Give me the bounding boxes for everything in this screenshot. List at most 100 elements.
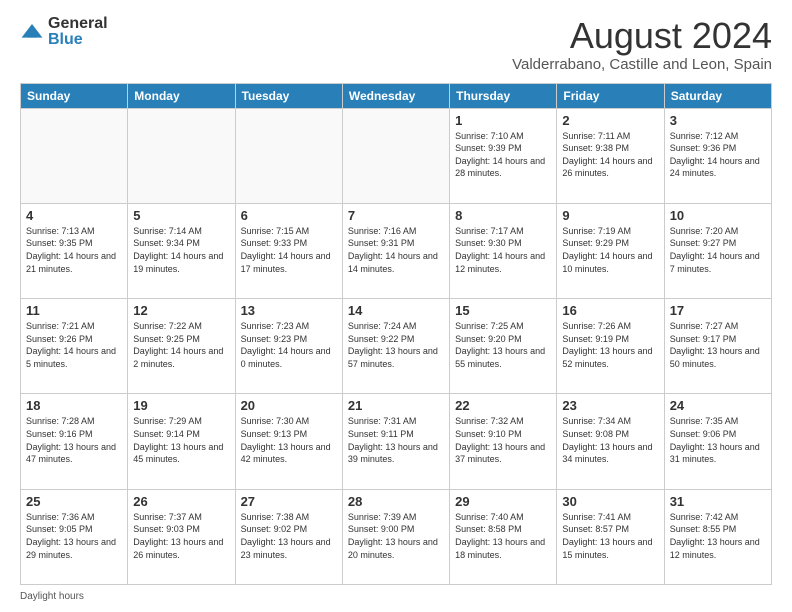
calendar-cell: 11Sunrise: 7:21 AM Sunset: 9:26 PM Dayli…	[21, 299, 128, 394]
header: General Blue August 2024 Valderrabano, C…	[20, 16, 772, 73]
subtitle: Valderrabano, Castille and Leon, Spain	[512, 56, 772, 73]
calendar-cell: 15 Sunrise: 7:25 AM Sunset: 9:20 PM Dayli…	[450, 299, 557, 394]
day-info: Sunrise: 7:11 AM Sunset: 9:38 PM Dayligh…	[562, 130, 658, 180]
day-number: 15	[455, 303, 551, 318]
calendar-cell: 14 Sunrise: 7:24 AM Sunset: 9:22 PM Dayli…	[342, 299, 449, 394]
day-number: 31	[670, 494, 766, 509]
day-info: Sunrise: 7:14 AM Sunset: 9:34 PM Dayligh…	[133, 225, 229, 275]
day-info: Sunrise: 7:42 AM Sunset: 8:55 PM Dayligh…	[670, 511, 766, 561]
day-info: Sunrise: 7:12 AM Sunset: 9:36 PM Dayligh…	[670, 130, 766, 180]
calendar-cell: 27 Sunrise: 7:38 AM Sunset: 9:02 PM Dayli…	[235, 489, 342, 584]
day-number: 14	[348, 303, 444, 318]
calendar-cell	[235, 108, 342, 203]
day-info: Sunrise: 7:30 AM Sunset: 9:13 PM Dayligh…	[241, 415, 337, 465]
week-row-2: 11Sunrise: 7:21 AM Sunset: 9:26 PM Dayli…	[21, 299, 772, 394]
calendar: SundayMondayTuesdayWednesdayThursdayFrid…	[20, 83, 772, 585]
day-info: Sunrise: 7:39 AM Sunset: 9:00 PM Dayligh…	[348, 511, 444, 561]
calendar-cell: 22 Sunrise: 7:32 AM Sunset: 9:10 PM Dayli…	[450, 394, 557, 489]
footer: Daylight hours	[20, 591, 772, 602]
calendar-cell: 31 Sunrise: 7:42 AM Sunset: 8:55 PM Dayli…	[664, 489, 771, 584]
week-row-4: 25 Sunrise: 7:36 AM Sunset: 9:05 PM Dayli…	[21, 489, 772, 584]
day-info: Sunrise: 7:10 AM Sunset: 9:39 PM Dayligh…	[455, 130, 551, 180]
calendar-cell: 10Sunrise: 7:20 AM Sunset: 9:27 PM Dayli…	[664, 203, 771, 298]
title-block: August 2024 Valderrabano, Castille and L…	[512, 16, 772, 73]
calendar-cell: 26Sunrise: 7:37 AM Sunset: 9:03 PM Dayli…	[128, 489, 235, 584]
day-info: Sunrise: 7:34 AM Sunset: 9:08 PM Dayligh…	[562, 415, 658, 465]
day-header-thursday: Thursday	[450, 83, 557, 108]
day-number: 22	[455, 398, 551, 413]
day-number: 27	[241, 494, 337, 509]
day-number: 25	[26, 494, 122, 509]
day-info: Sunrise: 7:32 AM Sunset: 9:10 PM Dayligh…	[455, 415, 551, 465]
day-info: Sunrise: 7:37 AM Sunset: 9:03 PM Dayligh…	[133, 511, 229, 561]
day-info: Sunrise: 7:17 AM Sunset: 9:30 PM Dayligh…	[455, 225, 551, 275]
calendar-cell: 19 Sunrise: 7:29 AM Sunset: 9:14 PM Dayli…	[128, 394, 235, 489]
day-header-saturday: Saturday	[664, 83, 771, 108]
day-number: 21	[348, 398, 444, 413]
week-row-1: 4 Sunrise: 7:13 AM Sunset: 9:35 PM Daylig…	[21, 203, 772, 298]
day-info: Sunrise: 7:24 AM Sunset: 9:22 PM Dayligh…	[348, 320, 444, 370]
day-info: Sunrise: 7:28 AM Sunset: 9:16 PM Dayligh…	[26, 415, 122, 465]
calendar-cell: 3 Sunrise: 7:12 AM Sunset: 9:36 PM Daylig…	[664, 108, 771, 203]
logo-icon	[20, 20, 44, 44]
day-number: 19	[133, 398, 229, 413]
day-number: 23	[562, 398, 658, 413]
day-number: 12	[133, 303, 229, 318]
day-number: 30	[562, 494, 658, 509]
day-number: 4	[26, 208, 122, 223]
day-info: Sunrise: 7:19 AM Sunset: 9:29 PM Dayligh…	[562, 225, 658, 275]
day-info: Sunrise: 7:23 AM Sunset: 9:23 PM Dayligh…	[241, 320, 337, 370]
day-number: 18	[26, 398, 122, 413]
calendar-cell: 20 Sunrise: 7:30 AM Sunset: 9:13 PM Dayli…	[235, 394, 342, 489]
calendar-cell: 21 Sunrise: 7:31 AM Sunset: 9:11 PM Dayli…	[342, 394, 449, 489]
day-info: Sunrise: 7:41 AM Sunset: 8:57 PM Dayligh…	[562, 511, 658, 561]
day-info: Sunrise: 7:13 AM Sunset: 9:35 PM Dayligh…	[26, 225, 122, 275]
logo-text: General Blue	[48, 16, 108, 48]
day-number: 28	[348, 494, 444, 509]
week-row-0: 1Sunrise: 7:10 AM Sunset: 9:39 PM Daylig…	[21, 108, 772, 203]
day-info: Sunrise: 7:38 AM Sunset: 9:02 PM Dayligh…	[241, 511, 337, 561]
day-number: 24	[670, 398, 766, 413]
day-info: Sunrise: 7:21 AM Sunset: 9:26 PM Dayligh…	[26, 320, 122, 370]
day-info: Sunrise: 7:26 AM Sunset: 9:19 PM Dayligh…	[562, 320, 658, 370]
day-header-friday: Friday	[557, 83, 664, 108]
day-header-sunday: Sunday	[21, 83, 128, 108]
calendar-cell: 8Sunrise: 7:17 AM Sunset: 9:30 PM Daylig…	[450, 203, 557, 298]
day-info: Sunrise: 7:25 AM Sunset: 9:20 PM Dayligh…	[455, 320, 551, 370]
day-info: Sunrise: 7:29 AM Sunset: 9:14 PM Dayligh…	[133, 415, 229, 465]
day-number: 6	[241, 208, 337, 223]
day-header-tuesday: Tuesday	[235, 83, 342, 108]
day-info: Sunrise: 7:36 AM Sunset: 9:05 PM Dayligh…	[26, 511, 122, 561]
day-header-monday: Monday	[128, 83, 235, 108]
day-number: 3	[670, 113, 766, 128]
logo-general-text: General	[48, 16, 108, 32]
calendar-cell	[342, 108, 449, 203]
day-info: Sunrise: 7:40 AM Sunset: 8:58 PM Dayligh…	[455, 511, 551, 561]
day-number: 29	[455, 494, 551, 509]
days-header-row: SundayMondayTuesdayWednesdayThursdayFrid…	[21, 83, 772, 108]
main-title: August 2024	[512, 16, 772, 56]
calendar-cell: 24Sunrise: 7:35 AM Sunset: 9:06 PM Dayli…	[664, 394, 771, 489]
day-number: 5	[133, 208, 229, 223]
calendar-cell	[21, 108, 128, 203]
day-info: Sunrise: 7:16 AM Sunset: 9:31 PM Dayligh…	[348, 225, 444, 275]
calendar-cell: 9Sunrise: 7:19 AM Sunset: 9:29 PM Daylig…	[557, 203, 664, 298]
day-info: Sunrise: 7:20 AM Sunset: 9:27 PM Dayligh…	[670, 225, 766, 275]
day-info: Sunrise: 7:31 AM Sunset: 9:11 PM Dayligh…	[348, 415, 444, 465]
logo-blue-text: Blue	[48, 32, 108, 48]
day-info: Sunrise: 7:27 AM Sunset: 9:17 PM Dayligh…	[670, 320, 766, 370]
calendar-cell: 2Sunrise: 7:11 AM Sunset: 9:38 PM Daylig…	[557, 108, 664, 203]
calendar-cell: 5 Sunrise: 7:14 AM Sunset: 9:34 PM Daylig…	[128, 203, 235, 298]
day-number: 13	[241, 303, 337, 318]
calendar-cell: 16Sunrise: 7:26 AM Sunset: 9:19 PM Dayli…	[557, 299, 664, 394]
calendar-cell: 30 Sunrise: 7:41 AM Sunset: 8:57 PM Dayli…	[557, 489, 664, 584]
calendar-cell: 7 Sunrise: 7:16 AM Sunset: 9:31 PM Daylig…	[342, 203, 449, 298]
calendar-cell: 18 Sunrise: 7:28 AM Sunset: 9:16 PM Dayli…	[21, 394, 128, 489]
calendar-cell: 23 Sunrise: 7:34 AM Sunset: 9:08 PM Dayli…	[557, 394, 664, 489]
calendar-cell: 12Sunrise: 7:22 AM Sunset: 9:25 PM Dayli…	[128, 299, 235, 394]
calendar-cell: 25 Sunrise: 7:36 AM Sunset: 9:05 PM Dayli…	[21, 489, 128, 584]
day-number: 20	[241, 398, 337, 413]
calendar-cell: 4 Sunrise: 7:13 AM Sunset: 9:35 PM Daylig…	[21, 203, 128, 298]
calendar-cell: 1Sunrise: 7:10 AM Sunset: 9:39 PM Daylig…	[450, 108, 557, 203]
day-number: 7	[348, 208, 444, 223]
